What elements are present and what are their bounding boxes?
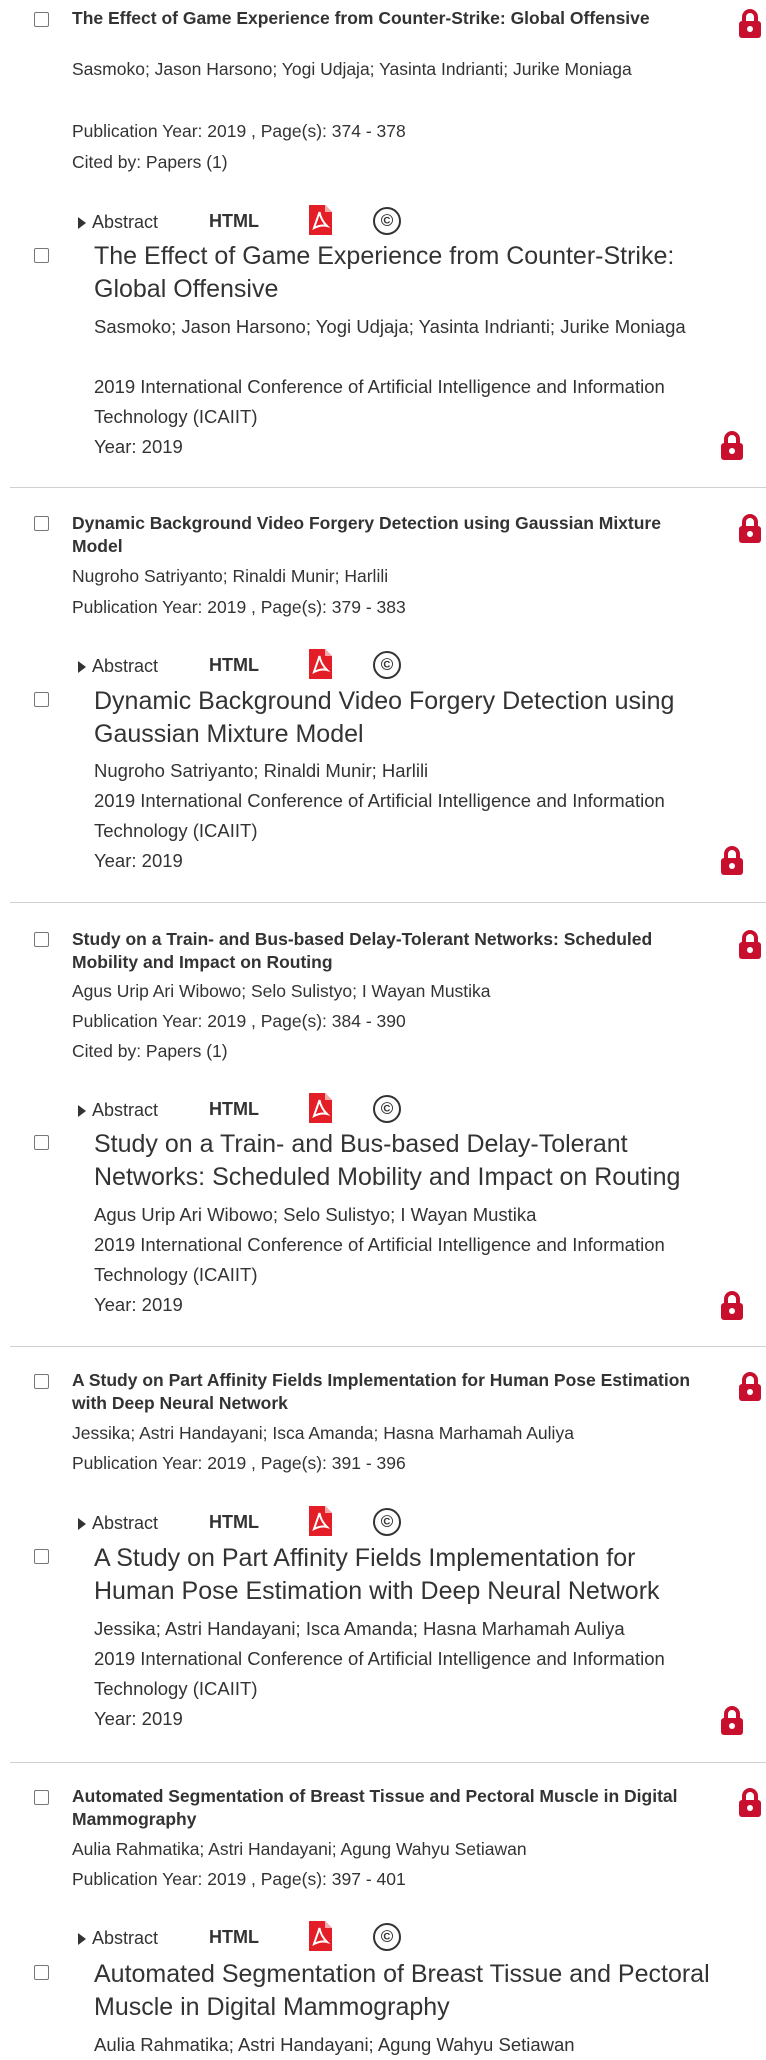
result-publication: Publication Year: 2019 , Page(s): 397 - …: [72, 1869, 406, 1889]
result-actions: Abstract HTML ©: [78, 204, 478, 244]
result-cited-by[interactable]: Cited by: Papers (1): [72, 1040, 712, 1063]
result-authors[interactable]: Aulia Rahmatika; Astri Handayani; Agung …: [72, 1838, 712, 1861]
abstract-toggle[interactable]: Abstract: [78, 656, 158, 677]
separator: [10, 902, 766, 903]
copyright-icon[interactable]: ©: [373, 1508, 401, 1536]
result-authors[interactable]: Agus Urip Ari Wibowo; Selo Sulistyo; I W…: [72, 980, 712, 1003]
result-authors[interactable]: Nugroho Satriyanto; Rinaldi Munir; Harli…: [72, 565, 712, 588]
copyright-icon[interactable]: ©: [373, 1923, 401, 1951]
html-link[interactable]: HTML: [209, 1512, 259, 1533]
result-year: Year: 2019: [94, 850, 183, 871]
result-title[interactable]: Study on a Train- and Bus-based Delay-To…: [72, 928, 712, 974]
result-actions: Abstract HTML ©: [78, 1092, 478, 1132]
lock-icon: [738, 1371, 762, 1403]
result-title-large[interactable]: A Study on Part Affinity Fields Implemen…: [94, 1542, 714, 1608]
triangle-right-icon: [78, 1517, 86, 1530]
abstract-toggle[interactable]: Abstract: [78, 1928, 158, 1949]
result-authors-large[interactable]: Nugroho Satriyanto; Rinaldi Munir; Harli…: [94, 756, 714, 786]
pdf-icon[interactable]: [307, 1092, 333, 1124]
abstract-toggle[interactable]: Abstract: [78, 1513, 158, 1534]
lock-icon: [738, 8, 762, 40]
pdf-icon[interactable]: [307, 648, 333, 680]
lock-icon: [720, 1705, 744, 1737]
pdf-icon[interactable]: [307, 1505, 333, 1537]
result-year: Year: 2019: [94, 1708, 183, 1729]
result-conference[interactable]: 2019 International Conference of Artific…: [94, 372, 714, 432]
result-authors-large[interactable]: Sasmoko; Jason Harsono; Yogi Udjaja; Yas…: [94, 312, 714, 342]
triangle-right-icon: [78, 1104, 86, 1117]
result-authors[interactable]: Jessika; Astri Handayani; Isca Amanda; H…: [72, 1422, 712, 1445]
checkbox-icon[interactable]: [34, 932, 49, 947]
result-conference[interactable]: 2019 International Conference of Artific…: [94, 786, 714, 846]
result-title[interactable]: The Effect of Game Experience from Count…: [72, 7, 712, 30]
result-authors-large[interactable]: Agus Urip Ari Wibowo; Selo Sulistyo; I W…: [94, 1200, 714, 1230]
abstract-label: Abstract: [92, 1513, 159, 1533]
result-actions: Abstract HTML ©: [78, 1505, 478, 1545]
result-title-large[interactable]: Automated Segmentation of Breast Tissue …: [94, 1958, 714, 2024]
separator: [10, 1762, 766, 1763]
result-conference[interactable]: 2019 International Conference of Artific…: [94, 1230, 714, 1290]
checkbox-icon[interactable]: [34, 1549, 49, 1564]
copyright-icon[interactable]: ©: [373, 651, 401, 679]
triangle-right-icon: [78, 660, 86, 673]
lock-icon: [720, 845, 744, 877]
lock-icon: [738, 1787, 762, 1819]
checkbox-icon[interactable]: [34, 1135, 49, 1150]
checkbox-icon[interactable]: [34, 516, 49, 531]
result-title[interactable]: Dynamic Background Video Forgery Detecti…: [72, 512, 712, 558]
triangle-right-icon: [78, 1932, 86, 1945]
checkbox-icon[interactable]: [34, 1790, 49, 1805]
result-conference[interactable]: 2019 International Conference of Artific…: [94, 1644, 714, 1704]
result-title-large[interactable]: Study on a Train- and Bus-based Delay-To…: [94, 1128, 714, 1194]
result-publication: Publication Year: 2019 , Page(s): 379 - …: [72, 597, 406, 617]
copyright-icon[interactable]: ©: [373, 1095, 401, 1123]
html-link[interactable]: HTML: [209, 1099, 259, 1120]
checkbox-icon[interactable]: [34, 12, 49, 27]
copyright-icon[interactable]: ©: [373, 207, 401, 235]
abstract-toggle[interactable]: Abstract: [78, 212, 158, 233]
result-authors-large[interactable]: Aulia Rahmatika; Astri Handayani; Agung …: [94, 2030, 714, 2060]
result-authors[interactable]: Sasmoko; Jason Harsono; Yogi Udjaja; Yas…: [72, 54, 712, 84]
abstract-label: Abstract: [92, 212, 159, 232]
result-publication: Publication Year: 2019 , Page(s): 391 - …: [72, 1453, 406, 1473]
result-title-large[interactable]: The Effect of Game Experience from Count…: [94, 240, 714, 306]
result-actions: Abstract HTML ©: [78, 1920, 478, 1960]
triangle-right-icon: [78, 216, 86, 229]
html-link[interactable]: HTML: [209, 211, 259, 232]
checkbox-icon[interactable]: [34, 692, 49, 707]
result-publication: Publication Year: 2019 , Page(s): 384 - …: [72, 1011, 406, 1031]
abstract-toggle[interactable]: Abstract: [78, 1100, 158, 1121]
html-link[interactable]: HTML: [209, 1927, 259, 1948]
separator: [10, 1346, 766, 1347]
abstract-label: Abstract: [92, 656, 159, 676]
lock-icon: [738, 513, 762, 545]
result-cited-by[interactable]: Cited by: Papers (1): [72, 151, 712, 174]
checkbox-icon[interactable]: [34, 248, 49, 263]
lock-icon: [738, 929, 762, 961]
result-title[interactable]: A Study on Part Affinity Fields Implemen…: [72, 1369, 712, 1415]
abstract-label: Abstract: [92, 1100, 159, 1120]
result-authors-large[interactable]: Jessika; Astri Handayani; Isca Amanda; H…: [94, 1614, 714, 1644]
result-year: Year: 2019: [94, 1294, 183, 1315]
checkbox-icon[interactable]: [34, 1965, 49, 1980]
result-title[interactable]: Automated Segmentation of Breast Tissue …: [72, 1785, 712, 1831]
lock-icon: [720, 430, 744, 462]
result-actions: Abstract HTML ©: [78, 648, 478, 688]
pdf-icon[interactable]: [307, 204, 333, 236]
result-year: Year: 2019: [94, 436, 183, 457]
abstract-label: Abstract: [92, 1928, 159, 1948]
pdf-icon[interactable]: [307, 1920, 333, 1952]
checkbox-icon[interactable]: [34, 1374, 49, 1389]
lock-icon: [720, 1290, 744, 1322]
result-title-large[interactable]: Dynamic Background Video Forgery Detecti…: [94, 685, 714, 751]
html-link[interactable]: HTML: [209, 655, 259, 676]
result-publication: Publication Year: 2019 , Page(s): 374 - …: [72, 121, 406, 141]
separator: [10, 487, 766, 488]
